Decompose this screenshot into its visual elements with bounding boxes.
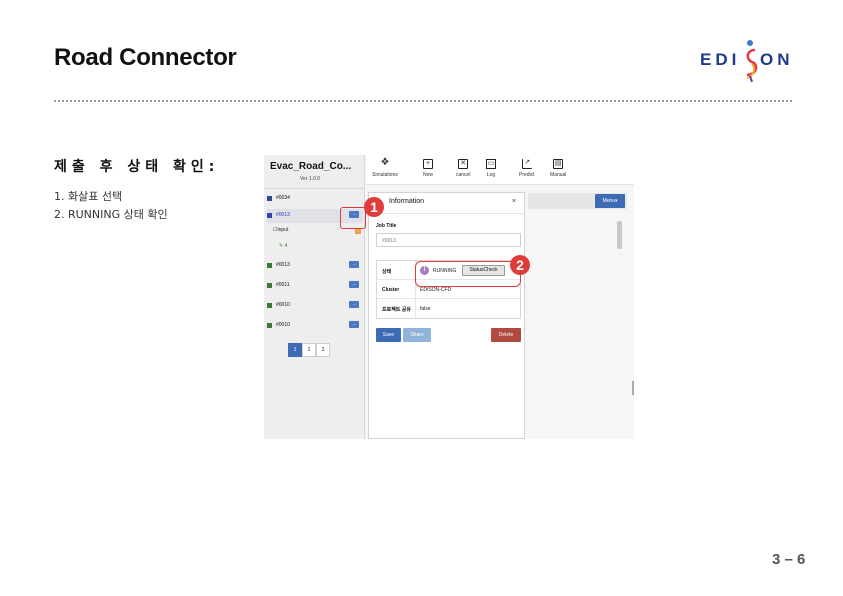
sidebar-divider <box>264 188 364 189</box>
job-row-0010-b[interactable]: #0010 → <box>267 319 363 333</box>
edit-icon: ✎ <box>279 243 284 249</box>
folder-icon <box>267 196 272 201</box>
callout-box-2 <box>415 261 521 287</box>
job-id: #0010 <box>276 302 290 308</box>
logo-text-right: ON <box>760 50 794 69</box>
job-square-icon <box>267 263 272 268</box>
tool-label: Predict <box>519 172 535 178</box>
job-id: #0010 <box>276 322 290 328</box>
save-button[interactable]: Save <box>376 328 401 342</box>
tool-simulations[interactable]: ❖ Simulations <box>372 157 398 179</box>
arrow-right-icon[interactable]: → <box>349 261 359 268</box>
job-row-0034[interactable]: #0034 <box>267 192 363 206</box>
book-icon: ▤ <box>553 159 564 169</box>
monitor-icon: ▭ <box>486 159 496 169</box>
arrow-right-icon[interactable]: → <box>349 321 359 328</box>
page-number: 3 – 6 <box>772 551 806 568</box>
plus-box-icon: + <box>423 159 433 169</box>
line-chart-icon: ↗ <box>521 159 532 169</box>
app-toolbar: ❖ Simulations + New ✕ cancel ▭ Log ↗ Pre… <box>366 155 634 185</box>
callout-box-1 <box>340 207 366 229</box>
job-input-item[interactable]: ☐input <box>273 227 288 233</box>
tool-new[interactable]: + New <box>423 159 433 178</box>
step-2: 2. RUNNING 상태 확인 <box>54 208 168 221</box>
tool-label: Log <box>486 172 496 178</box>
scrollbar-marker <box>632 381 634 395</box>
logo-text-left: EDI <box>700 50 741 69</box>
close-icon[interactable]: × <box>512 198 516 205</box>
slide-title: Road Connector <box>54 44 237 71</box>
page-1-button[interactable]: 1 <box>288 343 302 357</box>
status-key: 상태 <box>382 269 392 275</box>
job-square-icon <box>267 283 272 288</box>
job-square-icon <box>267 303 272 308</box>
job-square-icon <box>267 323 272 328</box>
scrollbar-thumb[interactable] <box>617 221 622 249</box>
tool-manual[interactable]: ▤ Manual <box>550 159 566 178</box>
title-divider <box>54 100 792 102</box>
modal-divider <box>369 213 524 214</box>
job-result-item[interactable]: ✎ 4 <box>279 243 287 249</box>
menu-button[interactable]: Menu▾ <box>595 194 625 208</box>
tool-label: Simulations <box>372 172 398 178</box>
job-sidebar: Evac_Road_Co... Ver 1.0.0 #0034 #0013 → … <box>264 155 365 439</box>
step-list: 1. 화살표 선택 2. RUNNING 상태 확인 <box>54 188 168 224</box>
callout-number-2: 2 <box>510 255 530 275</box>
job-row-0011[interactable]: #0011 → <box>267 279 363 293</box>
callout-number-1: 1 <box>364 197 384 217</box>
job-row-0010[interactable]: #0010 → <box>267 299 363 313</box>
tool-label: New <box>423 172 434 178</box>
cluster-value: EDISON-CFD <box>420 287 452 293</box>
input-label: input <box>277 227 289 233</box>
delete-button[interactable]: Delete <box>491 328 521 342</box>
job-id: #0011 <box>276 282 290 288</box>
cluster-key: Cluster <box>382 287 400 293</box>
tool-predict[interactable]: ↗ Predict <box>519 159 535 178</box>
share-key: 프로젝트 공유 <box>382 307 411 313</box>
step-1: 1. 화살표 선택 <box>54 190 123 203</box>
arrow-right-icon[interactable]: → <box>349 281 359 288</box>
section-heading: 제출 후 상태 확인: <box>54 159 220 175</box>
tool-cancel[interactable]: ✕ cancel <box>456 159 470 178</box>
pagination: 1 2 3 <box>288 343 330 357</box>
cubes-icon: ❖ <box>380 157 390 168</box>
result-count: 4 <box>284 243 288 249</box>
job-row-0013[interactable]: #0013 → <box>267 259 363 273</box>
app-screenshot: Evac_Road_Co... Ver 1.0.0 #0034 #0013 → … <box>264 155 634 439</box>
page-3-button[interactable]: 3 <box>316 343 330 357</box>
app-version: Ver 1.0.0 <box>300 176 321 182</box>
job-id: #0034 <box>276 195 290 201</box>
modal-title: Information <box>389 198 425 205</box>
arrow-right-icon[interactable]: → <box>349 301 359 308</box>
job-square-icon <box>267 213 272 218</box>
job-id: #0013 <box>276 212 290 218</box>
cancel-box-icon: ✕ <box>458 159 469 169</box>
tool-label: cancel <box>456 172 471 178</box>
edison-logo: EDI ON <box>700 38 795 88</box>
page-2-button[interactable]: 2 <box>302 343 316 357</box>
share-value: false <box>420 306 431 312</box>
share-row: 프로젝트 공유 false <box>377 299 520 318</box>
tool-log[interactable]: ▭ Log <box>486 159 496 178</box>
information-modal: Information × Job Title #0013 상태 ! RUNNI… <box>368 192 525 439</box>
job-id: #0013 <box>276 262 290 268</box>
tool-label: Manual <box>550 172 567 178</box>
job-title-field[interactable]: #0013 <box>376 233 521 247</box>
logo-s-mark-icon <box>746 40 758 82</box>
job-title-label: Job Title <box>376 223 397 229</box>
share-button[interactable]: Share <box>403 328 431 342</box>
app-title: Evac_Road_Co... <box>270 161 352 172</box>
